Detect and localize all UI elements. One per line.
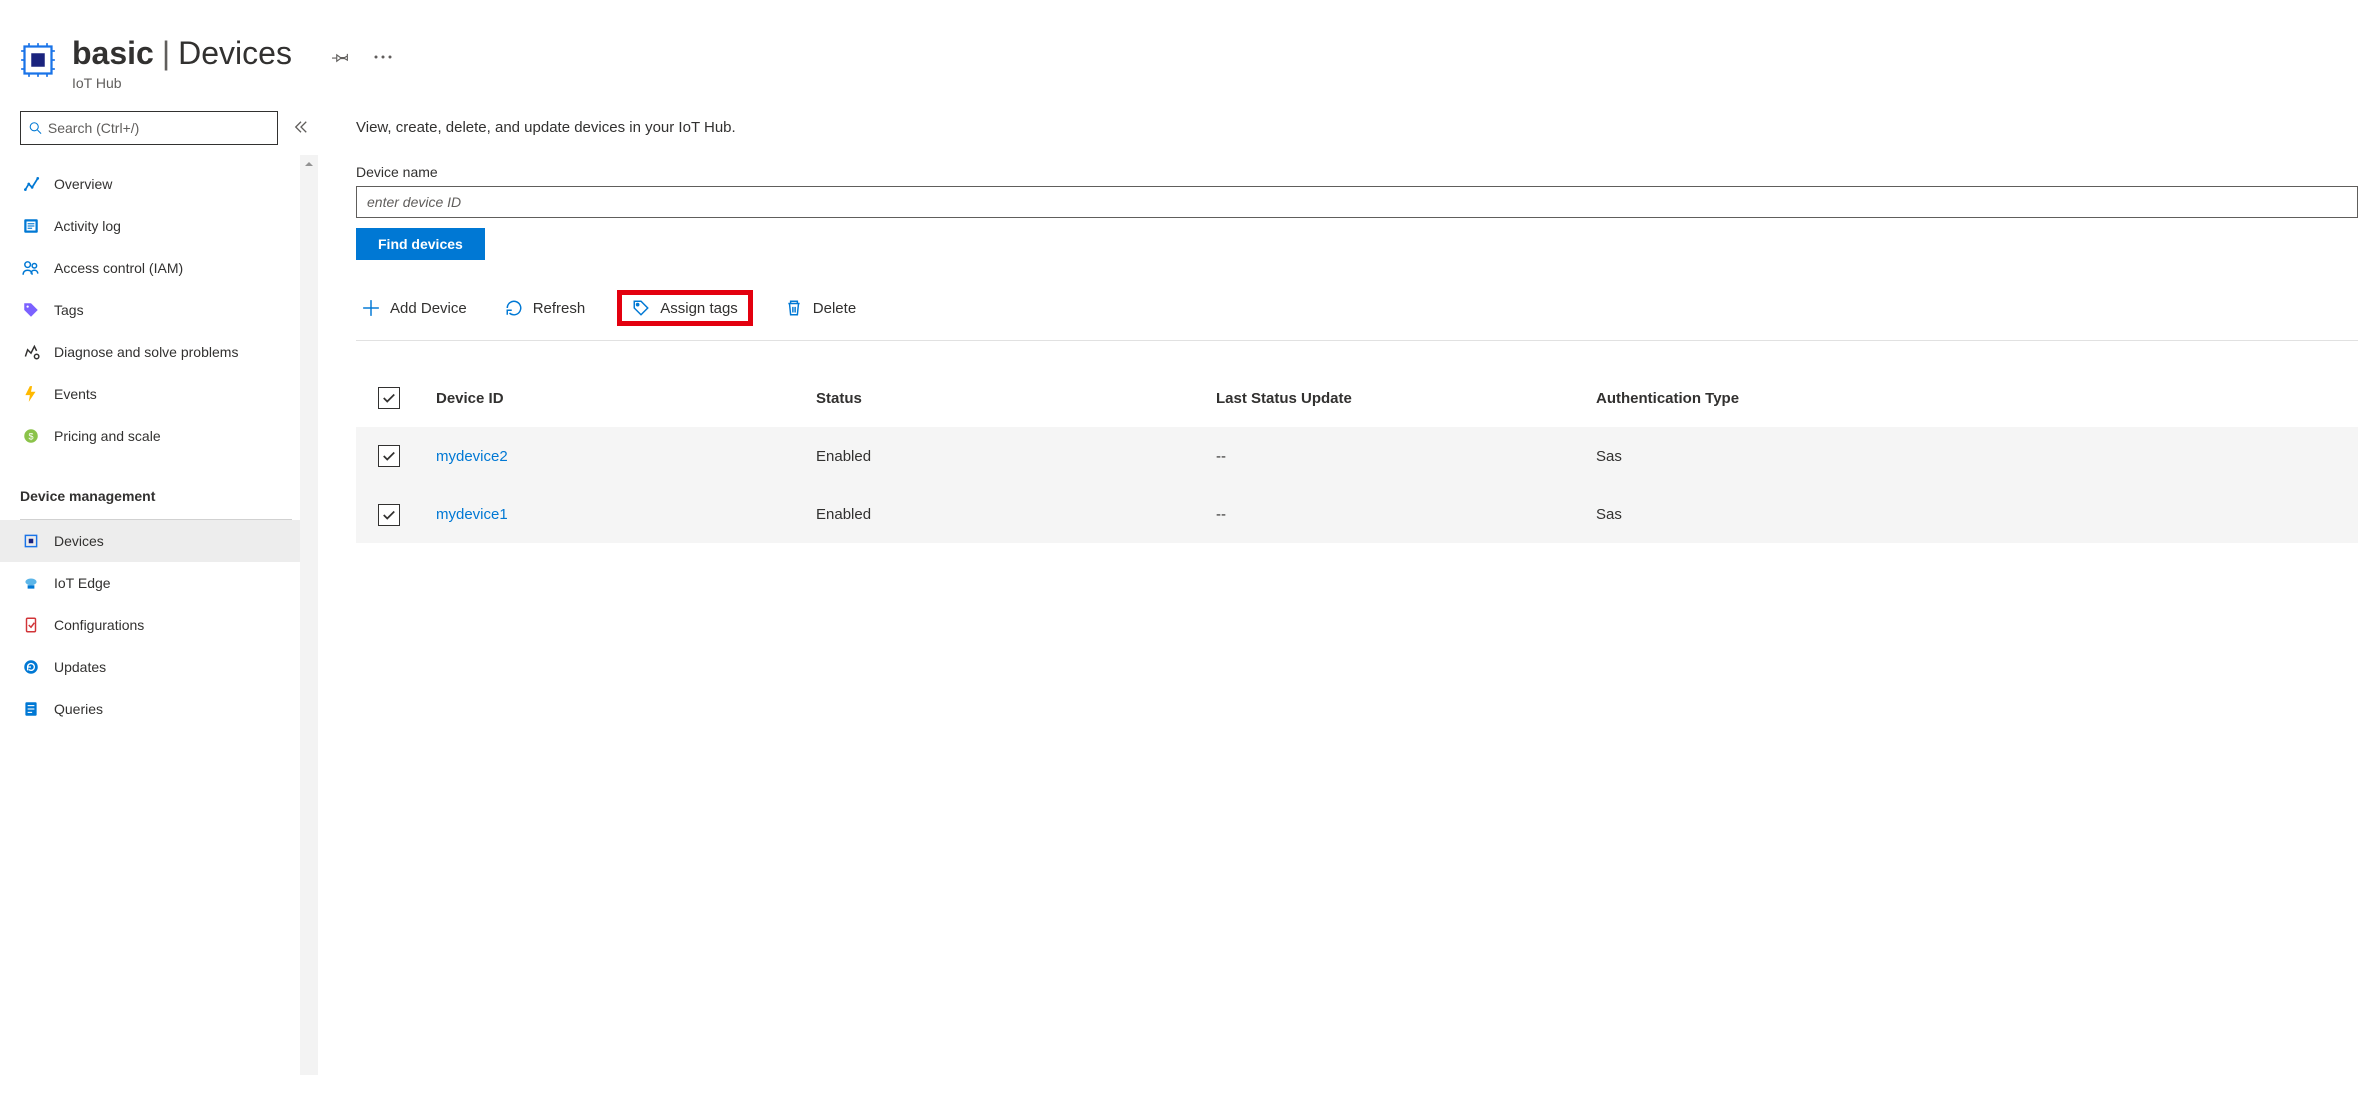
main-content: View, create, delete, and update devices… — [312, 111, 2358, 730]
find-devices-button[interactable]: Find devices — [356, 228, 485, 260]
collapse-sidebar-button[interactable] — [290, 116, 312, 141]
more-button[interactable] — [374, 54, 392, 60]
row-checkbox[interactable] — [378, 504, 400, 526]
sidebar-item-diagnose-and-solve-problems[interactable]: Diagnose and solve problems — [20, 331, 312, 373]
device-status: Enabled — [816, 506, 1216, 523]
page-header: basic | Devices IoT Hub — [0, 0, 2358, 91]
pricing-icon: $ — [22, 427, 40, 445]
device-name-label: Device name — [356, 164, 2358, 180]
svg-text:$: $ — [28, 432, 33, 442]
col-auth-type[interactable]: Authentication Type — [1596, 390, 1976, 407]
device-id-link[interactable]: mydevice2 — [436, 448, 816, 465]
sidebar-item-label: Diagnose and solve problems — [54, 344, 238, 360]
sidebar-item-label: Pricing and scale — [54, 428, 161, 444]
sidebar-item-label: Configurations — [54, 617, 144, 633]
sidebar-item-label: Overview — [54, 176, 112, 192]
sidebar-item-tags[interactable]: Tags — [20, 289, 312, 331]
pin-button[interactable] — [332, 48, 350, 66]
diagnose-icon — [22, 343, 40, 361]
table-row: mydevice1 Enabled -- Sas — [356, 485, 2358, 543]
device-id-input[interactable] — [356, 186, 2358, 218]
configurations-icon — [22, 616, 40, 634]
delete-button[interactable]: Delete — [779, 295, 862, 321]
sidebar-item-devices[interactable]: Devices — [0, 520, 312, 562]
table-header-row: Device ID Status Last Status Update Auth… — [356, 369, 2358, 427]
nav-section-device-management: Device management — [20, 475, 312, 517]
plus-icon — [362, 299, 380, 317]
events-icon — [22, 385, 40, 403]
refresh-icon — [505, 299, 523, 317]
overview-icon — [22, 175, 40, 193]
sidebar-item-label: Tags — [54, 302, 84, 318]
sidebar-item-events[interactable]: Events — [20, 373, 312, 415]
sidebar-item-activity-log[interactable]: Activity log — [20, 205, 312, 247]
tags-icon — [22, 301, 40, 319]
scroll-up-icon[interactable] — [300, 155, 318, 173]
device-last-update: -- — [1216, 506, 1596, 523]
sidebar-item-label: Queries — [54, 701, 103, 717]
tag-icon — [632, 299, 650, 317]
devices-icon — [22, 532, 40, 550]
sidebar-item-configurations[interactable]: Configurations — [20, 604, 312, 646]
assign-tags-button[interactable]: Assign tags — [617, 290, 753, 326]
sidebar-search[interactable] — [20, 111, 278, 145]
add-device-button[interactable]: Add Device — [356, 295, 473, 321]
sidebar-item-updates[interactable]: Updates — [20, 646, 312, 688]
access-control-icon — [22, 259, 40, 277]
queries-icon — [22, 700, 40, 718]
col-device-id[interactable]: Device ID — [436, 390, 816, 407]
iot-edge-icon — [22, 574, 40, 592]
device-auth-type: Sas — [1596, 506, 1976, 523]
toolbar: Add Device Refresh Assign tags Delete — [356, 290, 2358, 341]
col-status[interactable]: Status — [816, 390, 1216, 407]
search-icon — [29, 121, 42, 135]
sidebar-item-label: Activity log — [54, 218, 121, 234]
sidebar-item-iot-edge[interactable]: IoT Edge — [20, 562, 312, 604]
device-id-link[interactable]: mydevice1 — [436, 506, 816, 523]
sidebar-item-pricing-and-scale[interactable]: $ Pricing and scale — [20, 415, 312, 457]
sidebar: Overview Activity log Access control (IAM)… — [0, 111, 312, 730]
resource-name: basic — [72, 36, 154, 71]
header-title-group: basic | Devices IoT Hub — [72, 36, 292, 91]
sidebar-item-overview[interactable]: Overview — [20, 163, 312, 205]
updates-icon — [22, 658, 40, 676]
search-input[interactable] — [48, 120, 269, 136]
device-auth-type: Sas — [1596, 448, 1976, 465]
header-actions — [332, 48, 392, 66]
page-description: View, create, delete, and update devices… — [356, 119, 2358, 136]
refresh-button[interactable]: Refresh — [499, 295, 592, 321]
sidebar-item-label: Devices — [54, 533, 104, 549]
device-status: Enabled — [816, 448, 1216, 465]
sidebar-item-access-control-iam-[interactable]: Access control (IAM) — [20, 247, 312, 289]
col-last-status-update[interactable]: Last Status Update — [1216, 390, 1596, 407]
page-title: basic | Devices — [72, 36, 292, 71]
page-name: Devices — [178, 36, 292, 71]
activity-log-icon — [22, 217, 40, 235]
sidebar-item-label: Access control (IAM) — [54, 260, 183, 276]
sidebar-item-label: Events — [54, 386, 97, 402]
sidebar-item-label: IoT Edge — [54, 575, 111, 591]
devices-table: Device ID Status Last Status Update Auth… — [356, 369, 2358, 543]
sidebar-item-label: Updates — [54, 659, 106, 675]
iot-hub-icon — [20, 42, 56, 78]
select-all-checkbox[interactable] — [378, 387, 400, 409]
sidebar-item-queries[interactable]: Queries — [20, 688, 312, 730]
device-last-update: -- — [1216, 448, 1596, 465]
trash-icon — [785, 299, 803, 317]
table-row: mydevice2 Enabled -- Sas — [356, 427, 2358, 485]
sidebar-scrollbar[interactable] — [300, 155, 318, 1075]
page-subtitle: IoT Hub — [72, 75, 292, 91]
row-checkbox[interactable] — [378, 445, 400, 467]
